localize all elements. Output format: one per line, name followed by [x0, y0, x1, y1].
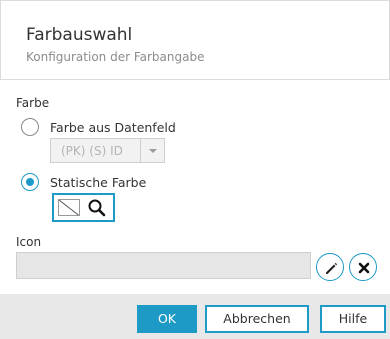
clear-icon-button[interactable]	[349, 253, 377, 281]
dialog-title: Farbauswahl	[26, 25, 133, 45]
chevron-down-icon	[140, 139, 164, 162]
radio-color-from-datafield-label[interactable]: Farbe aus Datenfeld	[50, 120, 176, 135]
pencil-icon	[326, 262, 338, 274]
color-selection-dialog: Farbauswahl Konfiguration der Farbangabe…	[0, 0, 390, 339]
radio-static-color-label[interactable]: Statische Farbe	[50, 175, 146, 190]
edit-icon-button[interactable]	[316, 253, 344, 281]
dialog-subtitle: Konfiguration der Farbangabe	[26, 50, 205, 64]
color-section-label: Farbe	[16, 96, 50, 110]
ok-button[interactable]: OK	[137, 305, 197, 333]
radio-static-color[interactable]	[21, 173, 39, 191]
magnifier-icon[interactable]	[86, 197, 108, 219]
datafield-select-value: (PK) (S) ID	[61, 144, 123, 158]
radio-color-from-datafield[interactable]	[21, 118, 39, 136]
datafield-select: (PK) (S) ID	[50, 138, 165, 163]
help-button[interactable]: Hilfe	[320, 305, 386, 333]
icon-section-label: Icon	[16, 235, 42, 249]
static-color-picker[interactable]	[52, 193, 115, 222]
cancel-button[interactable]: Abbrechen	[205, 305, 309, 333]
no-color-swatch-icon[interactable]	[58, 199, 80, 216]
close-icon	[358, 262, 370, 274]
dialog-header: Farbauswahl Konfiguration der Farbangabe	[0, 0, 390, 80]
icon-field	[16, 252, 311, 279]
